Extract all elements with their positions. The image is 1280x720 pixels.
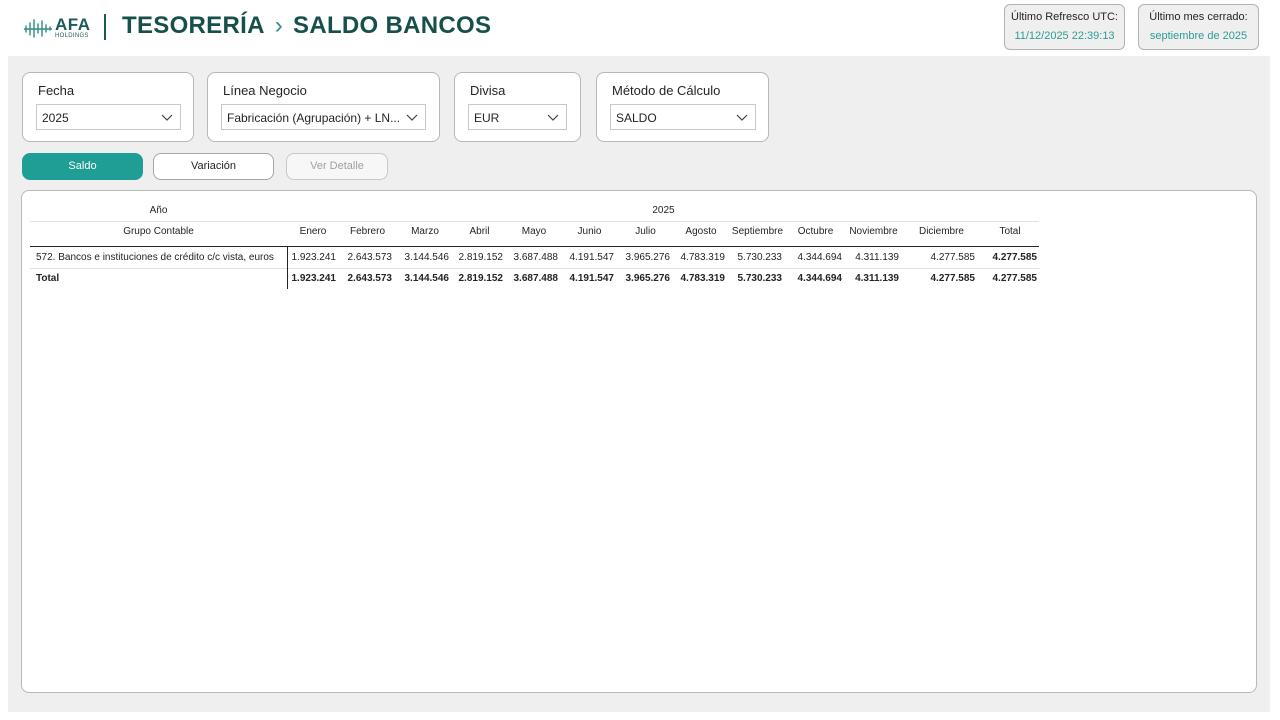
logo-subtext: HOLDINGS [55, 33, 89, 39]
month-header-12: Total [999, 226, 1021, 237]
table-cell: 4.277.585 [930, 273, 976, 284]
linea-negocio-dropdown[interactable]: Fabricación (Agrupación) + LN... [221, 104, 426, 130]
filter-linea-negocio-label: Línea Negocio [223, 83, 307, 98]
table-cell: 4.277.585 [992, 273, 1038, 284]
year-header-value: 2025 [652, 205, 675, 216]
saldo-button[interactable]: Saldo [22, 153, 143, 180]
month-header-3: Abril [469, 226, 490, 237]
page-name: SALDO BANCOS [293, 12, 492, 39]
total-row-label: Total [36, 273, 60, 284]
logo-text: AFA [55, 15, 91, 34]
title-divider [104, 14, 106, 40]
filter-metodo-calculo: Método de Cálculo SALDO [596, 72, 769, 142]
metodo-calculo-dropdown[interactable]: SALDO [610, 104, 756, 130]
chevron-right-icon: › [274, 12, 284, 39]
table-cell: 2.819.152 [458, 252, 504, 263]
table-cell: 4.344.694 [797, 273, 843, 284]
table-cell: 2.819.152 [458, 273, 504, 284]
table-cell: 5.730.233 [737, 273, 783, 284]
table-cell: 1.923.241 [291, 252, 337, 263]
month-header-1: Febrero [349, 226, 385, 237]
report-header: AFA HOLDINGS TESORERÍA › SALDO BANCOS Últi… [0, 0, 1280, 56]
divisa-dropdown[interactable]: EUR [468, 104, 567, 130]
table-cell: 3.687.488 [513, 252, 559, 263]
fecha-dropdown[interactable]: 2025 [36, 104, 181, 130]
linea-negocio-dropdown-value: Fabricación (Agrupación) + LN... [227, 111, 401, 125]
table-cell: 3.144.546 [404, 273, 450, 284]
table-cell: 4.311.139 [855, 273, 899, 284]
table-cell: 4.191.547 [569, 273, 615, 284]
table-cell: 4.311.139 [855, 252, 899, 263]
last-closed-month-box: Último mes cerrado: septiembre de 2025 [1138, 4, 1259, 50]
last-refresh-value: 11/12/2025 22:39:13 [1014, 30, 1115, 42]
month-header-9: Octubre [797, 226, 834, 237]
table-cell: 3.965.276 [625, 252, 671, 263]
afa-logo: AFA HOLDINGS [24, 15, 90, 41]
table-cell: 5.730.233 [737, 252, 783, 263]
table-cell: 4.277.585 [992, 252, 1038, 263]
row-header-border [287, 247, 288, 289]
month-header-5: Junio [577, 226, 602, 237]
table-cell: 4.783.319 [680, 252, 726, 263]
ver-detalle-button[interactable]: Ver Detalle [286, 153, 388, 180]
chevron-down-icon [547, 114, 559, 121]
row-header-label: Grupo Contable [123, 226, 194, 237]
table-cell: 4.344.694 [797, 252, 843, 263]
month-header-11: Diciembre [918, 226, 964, 237]
chevron-down-icon [406, 114, 418, 121]
last-closed-month-label: Último mes cerrado: [1149, 11, 1248, 23]
last-refresh-label: Último Refresco UTC: [1011, 11, 1118, 23]
divisa-dropdown-value: EUR [474, 111, 500, 125]
filter-linea-negocio: Línea Negocio Fabricación (Agrupación) +… [207, 72, 440, 142]
last-refresh-box: Último Refresco UTC: 11/12/2025 22:39:13 [1004, 4, 1125, 50]
last-closed-month-value: septiembre de 2025 [1149, 30, 1248, 42]
chevron-down-icon [161, 114, 173, 121]
month-header-2: Marzo [411, 226, 439, 237]
table-cell: 1.923.241 [291, 273, 337, 284]
filter-fecha-label: Fecha [38, 83, 75, 98]
report-canvas: Fecha 2025 Línea Negocio Fabricación (Ag… [8, 56, 1270, 712]
page-title: TESORERÍA › SALDO BANCOS [122, 12, 491, 40]
section-title: TESORERÍA [122, 12, 265, 39]
table-cell: 4.783.319 [680, 273, 726, 284]
filter-divisa-label: Divisa [470, 83, 506, 98]
table-cell: 4.277.585 [930, 252, 976, 263]
table-cell: 3.687.488 [513, 273, 559, 284]
metodo-calculo-dropdown-value: SALDO [616, 111, 657, 125]
table-cell: 3.965.276 [625, 273, 671, 284]
variacion-button[interactable]: Variación [153, 153, 274, 180]
table-cell: 2.643.573 [347, 252, 393, 263]
month-header-8: Septiembre [731, 226, 784, 237]
month-header-10: Noviembre [849, 226, 898, 237]
row-label: 572. Bancos e instituciones de crédito c… [36, 252, 274, 263]
month-header-0: Enero [299, 226, 327, 237]
header-bottom-border [30, 246, 1039, 247]
table-cell: 3.144.546 [404, 252, 450, 263]
filter-divisa: Divisa EUR [454, 72, 581, 142]
year-header-label: Año [149, 205, 168, 216]
table-cell: 2.643.573 [347, 273, 393, 284]
filter-metodo-calculo-label: Método de Cálculo [612, 83, 721, 98]
chevron-down-icon [736, 114, 748, 121]
afa-waveform-icon [24, 19, 52, 38]
month-header-4: Mayo [521, 226, 547, 237]
matrix-panel: Año 2025 Grupo Contable Enero Febrero Marz… [21, 190, 1257, 693]
table-cell: 4.191.547 [569, 252, 615, 263]
month-header-6: Julio [635, 226, 656, 237]
filter-fecha: Fecha 2025 [22, 72, 194, 142]
month-header-7: Agosto [685, 226, 717, 237]
fecha-dropdown-value: 2025 [42, 111, 69, 125]
